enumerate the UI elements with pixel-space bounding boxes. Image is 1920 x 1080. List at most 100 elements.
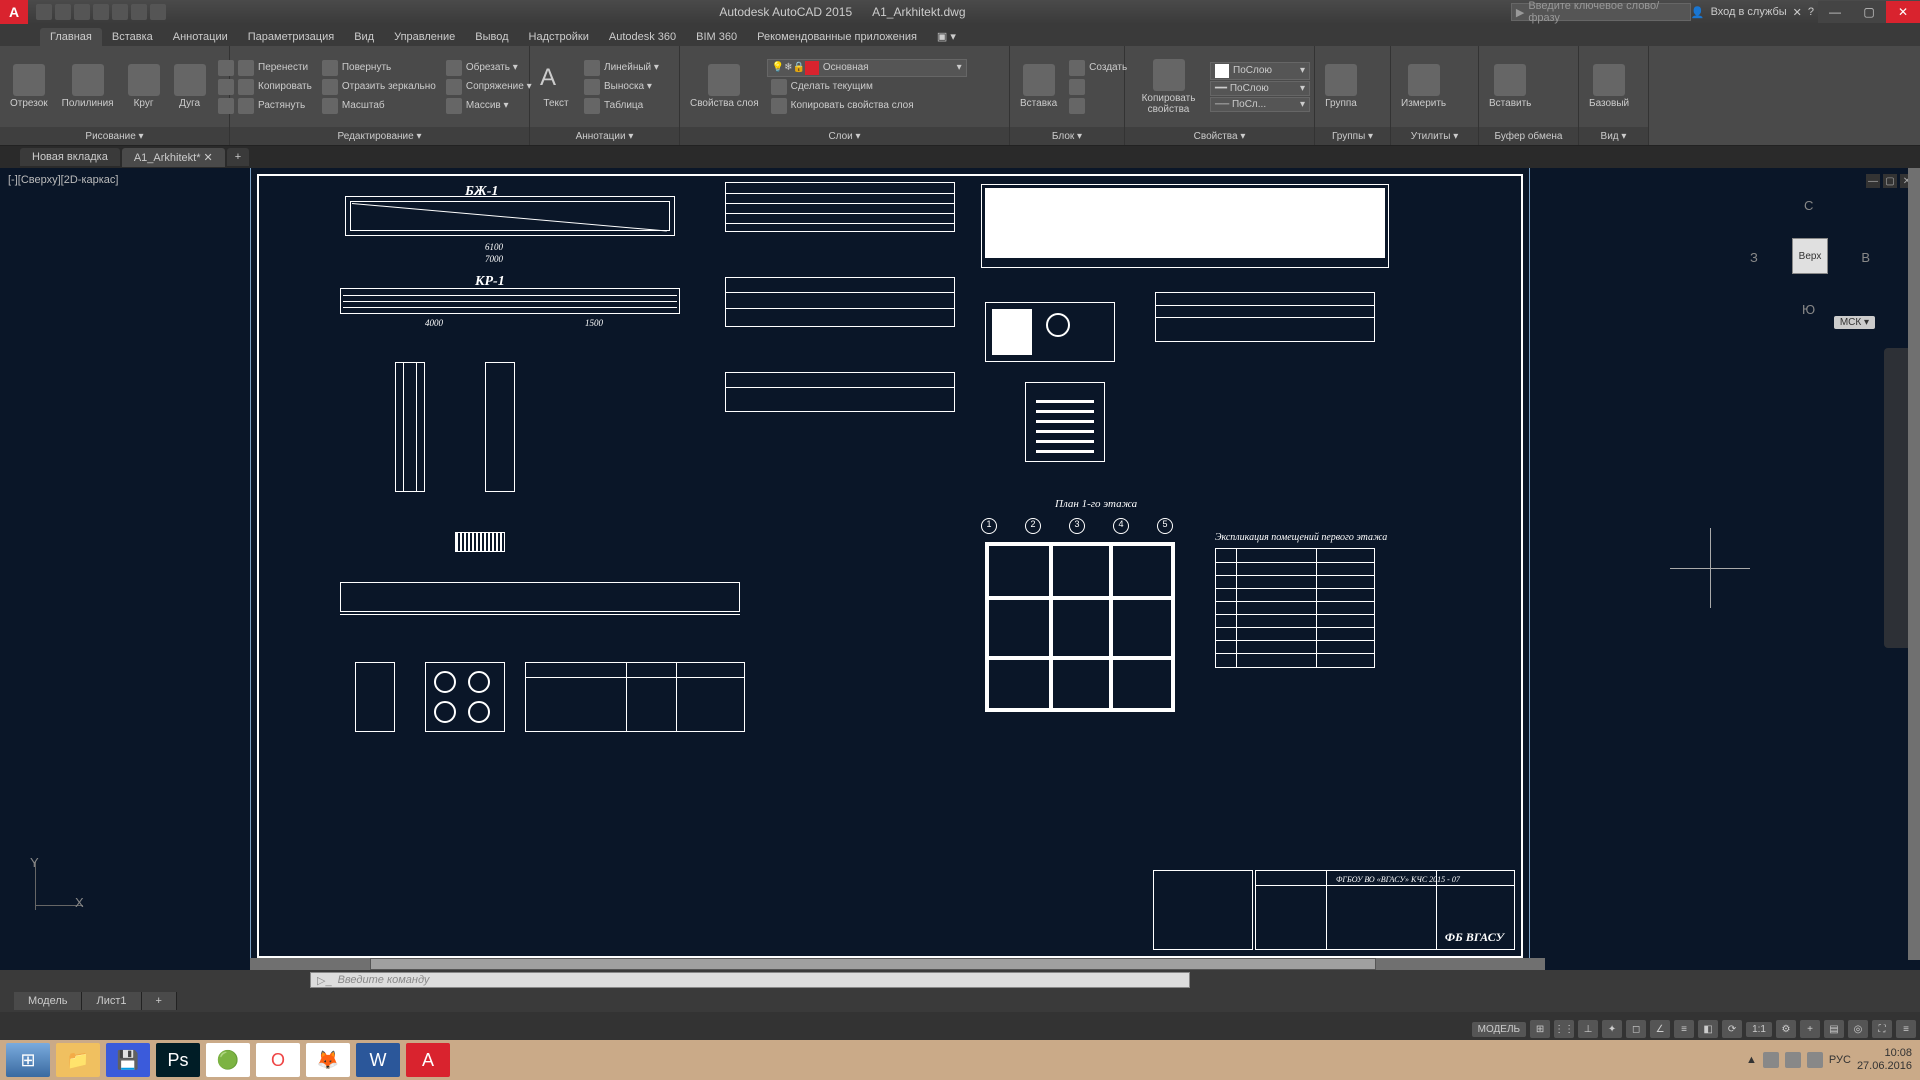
tray-flag-icon[interactable] [1763,1052,1779,1068]
qat-new-icon[interactable] [36,4,52,20]
search-input[interactable]: ▶ Введите ключевое слово/фразу [1511,3,1691,21]
arc-button[interactable]: Дуга [168,62,212,111]
start-button[interactable]: ⊞ [6,1043,50,1077]
tray-up-icon[interactable]: ▲ [1746,1054,1757,1066]
cycling-icon[interactable]: ⟳ [1722,1020,1742,1038]
paste-button[interactable]: Вставить [1483,62,1537,111]
transparency-icon[interactable]: ◧ [1698,1020,1718,1038]
linetype-dropdown[interactable]: ── ПоСл...▾ [1210,97,1310,112]
qat-saveas-icon[interactable] [93,4,109,20]
measure-button[interactable]: Измерить [1395,62,1452,111]
hwaccel-icon[interactable]: ▤ [1824,1020,1844,1038]
tray-lang[interactable]: РУС [1829,1054,1851,1066]
tray-clock[interactable]: 10:08 27.06.2016 [1857,1047,1912,1073]
trim-button[interactable]: Обрезать ▾ [442,59,536,77]
tab-addins[interactable]: Надстройки [519,28,599,46]
file-tab-new[interactable]: Новая вкладка [20,148,120,166]
scrollbar-vertical[interactable] [1908,168,1920,960]
snap-toggle-icon[interactable]: ⋮⋮ [1554,1020,1574,1038]
qat-undo-icon[interactable] [131,4,147,20]
bluestacks-icon[interactable]: 🟢 [206,1043,250,1077]
compass-n[interactable]: С [1804,198,1813,213]
base-view-button[interactable]: Базовый [1583,62,1635,111]
help-icon[interactable]: ? [1808,6,1814,18]
tab-insert[interactable]: Вставка [102,28,163,46]
panel-annot-title[interactable]: Аннотации ▾ [530,127,679,145]
fillet-button[interactable]: Сопряжение ▾ [442,78,536,96]
word-icon[interactable]: W [356,1043,400,1077]
rotate-button[interactable]: Повернуть [318,59,440,77]
qat-redo-icon[interactable] [150,4,166,20]
otrack-toggle-icon[interactable]: ∠ [1650,1020,1670,1038]
annoscale-icon[interactable]: ⚙ [1776,1020,1796,1038]
ortho-toggle-icon[interactable]: ⊥ [1578,1020,1598,1038]
tab-model[interactable]: Модель [14,992,82,1010]
isolate-icon[interactable]: ◎ [1848,1020,1868,1038]
make-current-button[interactable]: Сделать текущим [767,78,1005,96]
polar-toggle-icon[interactable]: ✦ [1602,1020,1622,1038]
tray-volume-icon[interactable] [1807,1052,1823,1068]
wcs-badge[interactable]: МСК ▾ [1834,316,1875,329]
array-button[interactable]: Массив ▾ [442,97,536,115]
save-app-icon[interactable]: 💾 [106,1043,150,1077]
panel-draw-title[interactable]: Рисование ▾ [0,127,229,145]
mirror-button[interactable]: Отразить зеркально [318,78,440,96]
maximize-button[interactable]: ▢ [1852,1,1886,23]
photoshop-icon[interactable]: Ps [156,1043,200,1077]
tab-view[interactable]: Вид [344,28,384,46]
tab-layout1[interactable]: Лист1 [82,992,141,1010]
panel-modify-title[interactable]: Редактирование ▾ [230,127,529,145]
match-layer-button[interactable]: Копировать свойства слоя [767,97,1005,115]
panel-block-title[interactable]: Блок ▾ [1010,127,1124,145]
line-button[interactable]: Отрезок [4,62,54,111]
panel-layers-title[interactable]: Слои ▾ [680,127,1009,145]
panel-props-title[interactable]: Свойства ▾ [1125,127,1314,145]
edit-block-button[interactable] [1065,78,1131,96]
tab-a360[interactable]: Autodesk 360 [599,28,686,46]
lineweight-toggle-icon[interactable]: ≡ [1674,1020,1694,1038]
close-tab-icon[interactable]: ✕ [204,152,213,164]
qat-open-icon[interactable] [55,4,71,20]
compass-e[interactable]: В [1861,250,1870,265]
app-logo[interactable]: A [0,0,28,24]
compass-w[interactable]: З [1750,250,1758,265]
file-tab-current[interactable]: A1_Arkhitekt* ✕ [122,148,225,167]
match-props-button[interactable]: Копировать свойства [1129,57,1208,117]
grid-toggle-icon[interactable]: ⊞ [1530,1020,1550,1038]
table-button[interactable]: Таблица [580,97,663,115]
drawing-canvas[interactable]: [-][Сверху][2D-каркас] — ▢ ✕ БЖ-1 6100 7… [0,168,1920,970]
panel-view-title[interactable]: Вид ▾ [1579,127,1648,145]
leader-button[interactable]: Выноска ▾ [580,78,663,96]
text-button[interactable]: AТекст [534,62,578,111]
tab-bim360[interactable]: BIM 360 [686,28,747,46]
qat-save-icon[interactable] [74,4,90,20]
osnap-toggle-icon[interactable]: ◻ [1626,1020,1646,1038]
tray-network-icon[interactable] [1785,1052,1801,1068]
tab-add-layout[interactable]: + [142,992,177,1010]
move-button[interactable]: Перенести [234,59,316,77]
tab-output[interactable]: Вывод [465,28,518,46]
viewport-label[interactable]: [-][Сверху][2D-каркас] [8,174,118,186]
layer-dropdown[interactable]: 💡❄🔒Основная▾ [767,59,967,77]
tab-featured[interactable]: Рекомендованные приложения [747,28,927,46]
exchange-icon[interactable]: ✕ [1793,6,1802,19]
tab-manage[interactable]: Управление [384,28,465,46]
stretch-button[interactable]: Растянуть [234,97,316,115]
copy-button[interactable]: Копировать [234,78,316,96]
clean-screen-icon[interactable]: ⛶ [1872,1020,1892,1038]
infocenter-icon[interactable]: 👤 [1691,6,1705,19]
status-model[interactable]: МОДЕЛЬ [1472,1022,1526,1037]
tab-home[interactable]: Главная [40,28,102,46]
scale-button[interactable]: Масштаб [318,97,440,115]
opera-icon[interactable]: O [256,1043,300,1077]
firefox-icon[interactable]: 🦊 [306,1043,350,1077]
panel-utils-title[interactable]: Утилиты ▾ [1391,127,1478,145]
scroll-thumb-h[interactable] [370,958,1376,970]
tab-expand-icon[interactable]: ▣ ▾ [927,27,966,46]
customize-icon[interactable]: ≡ [1896,1020,1916,1038]
compass-s[interactable]: Ю [1802,302,1815,317]
group-button[interactable]: Группа [1319,62,1363,111]
viewcube-top-face[interactable]: Верх [1792,238,1828,274]
status-scale[interactable]: 1:1 [1746,1022,1772,1037]
scrollbar-horizontal[interactable] [250,958,1545,970]
